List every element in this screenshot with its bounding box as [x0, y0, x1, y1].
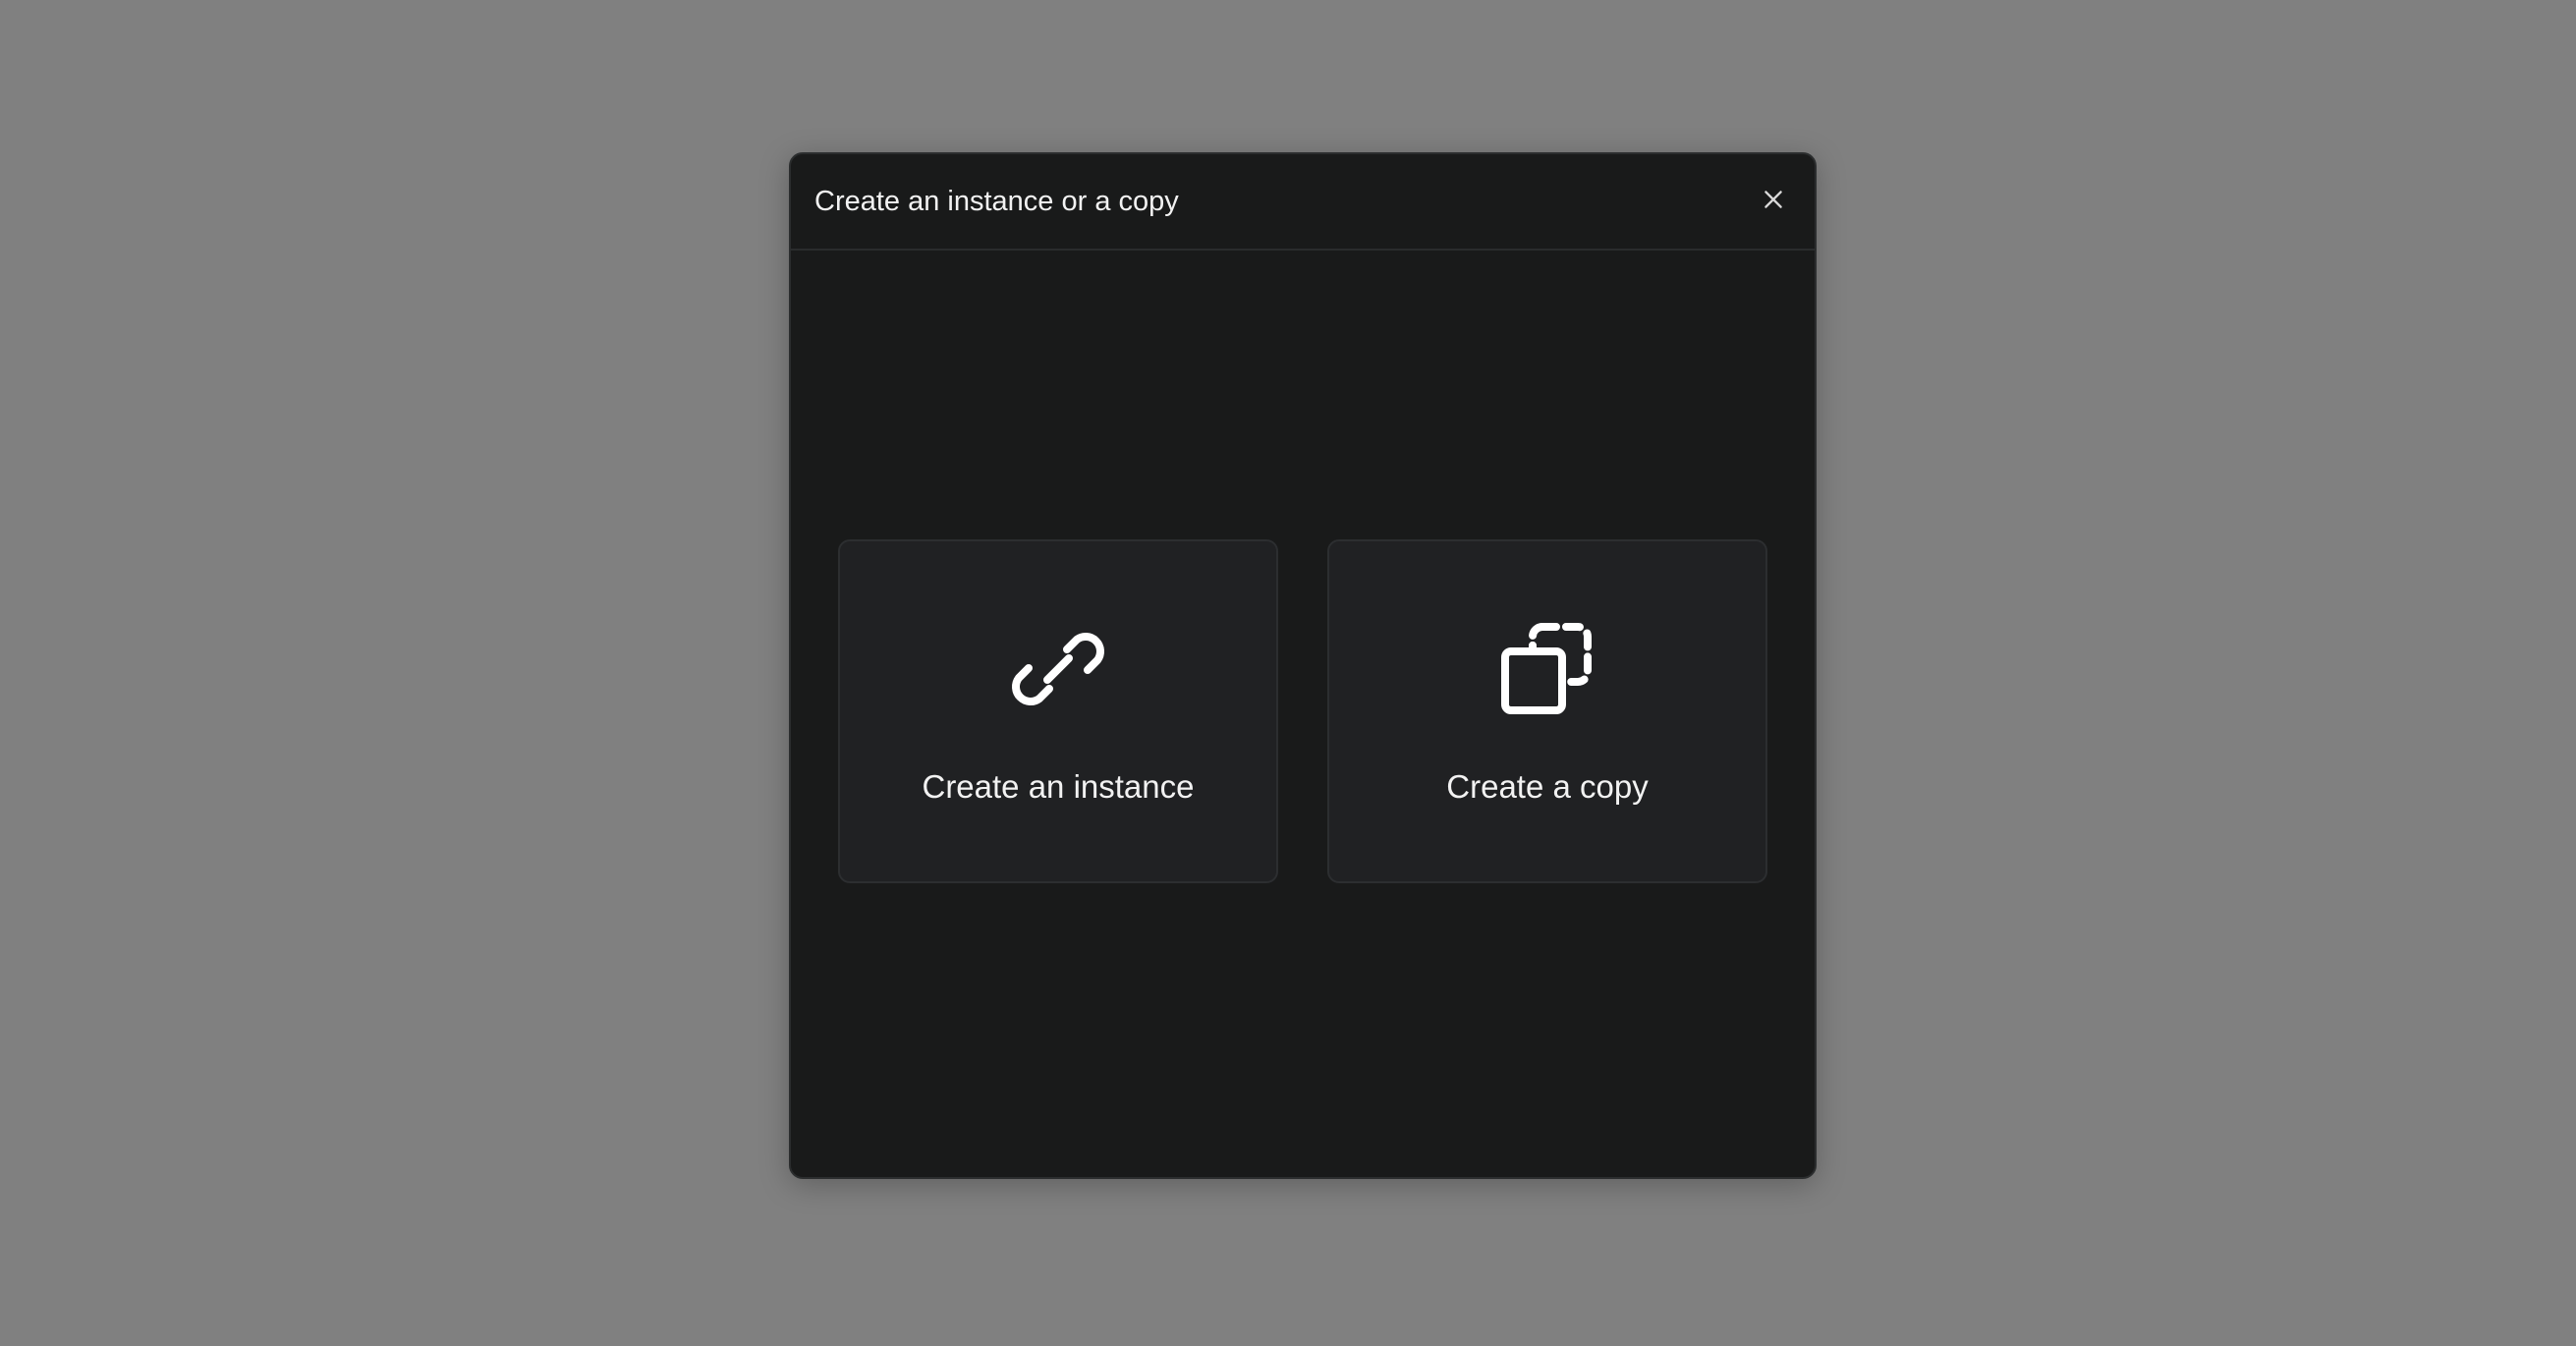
create-instance-or-copy-dialog: Create an instance or a copy Create an i…	[789, 152, 1817, 1179]
dialog-header: Create an instance or a copy	[791, 154, 1815, 251]
dialog-title: Create an instance or a copy	[814, 186, 1179, 217]
close-button[interactable]	[1752, 178, 1795, 221]
create-instance-label: Create an instance	[922, 768, 1195, 805]
close-icon	[1764, 191, 1782, 208]
copy-icon	[1498, 620, 1596, 718]
option-list: Create an instance Create a copy	[838, 539, 1767, 883]
link-icon	[1009, 620, 1107, 718]
create-copy-label: Create a copy	[1446, 768, 1649, 805]
create-copy-option[interactable]: Create a copy	[1327, 539, 1767, 883]
create-instance-option[interactable]: Create an instance	[838, 539, 1278, 883]
